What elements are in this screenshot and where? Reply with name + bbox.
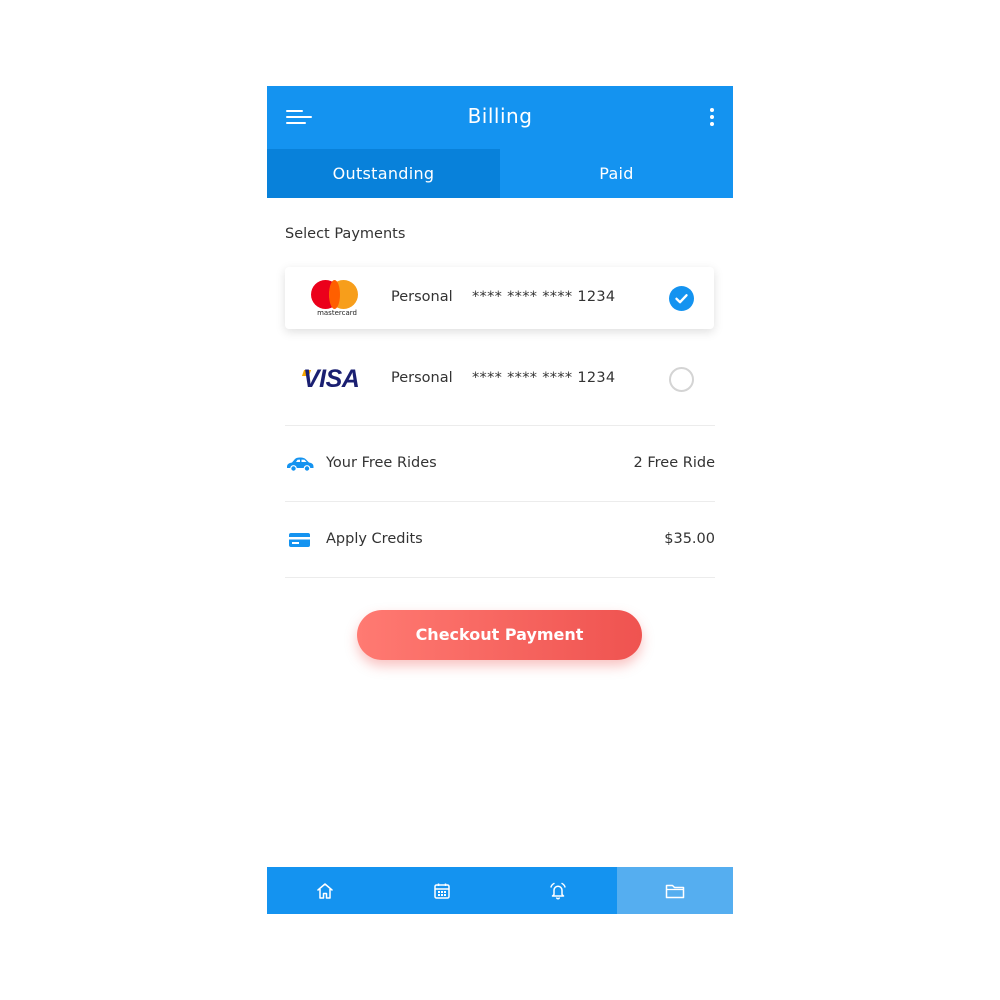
mastercard-logo: mastercard — [303, 277, 367, 319]
payment-option-visa[interactable]: VISA Personal **** **** **** 1234 — [285, 348, 714, 410]
payment-option-mastercard[interactable]: mastercard Personal **** **** **** 1234 — [285, 267, 714, 329]
nav-folder[interactable] — [616, 867, 733, 914]
nav-alarm[interactable] — [500, 867, 617, 914]
divider — [285, 577, 715, 578]
home-icon — [317, 882, 333, 899]
app-bar: Billing — [267, 86, 733, 149]
car-icon — [285, 454, 315, 474]
more-vertical-icon[interactable] — [705, 107, 719, 129]
section-label: Select Payments — [285, 226, 406, 242]
calendar-icon — [434, 883, 450, 899]
visa-logo: VISA — [301, 358, 367, 400]
alarm-bell-icon — [550, 882, 566, 900]
apply-credits-label: Apply Credits — [326, 531, 423, 547]
selected-check-icon[interactable] — [669, 286, 694, 311]
tab-paid[interactable]: Paid — [500, 149, 733, 198]
apply-credits-row[interactable]: Apply Credits $35.00 — [285, 502, 715, 578]
payment-type: Personal — [391, 289, 453, 305]
tab-outstanding[interactable]: Outstanding — [267, 149, 500, 198]
card-number: **** **** **** 1234 — [472, 289, 616, 305]
card-number: **** **** **** 1234 — [472, 370, 616, 386]
bottom-navigation — [267, 867, 733, 914]
visa-logo-text: VISA — [303, 365, 360, 393]
unselected-radio-icon[interactable] — [669, 367, 694, 392]
free-rides-value: 2 Free Ride — [633, 455, 715, 471]
tab-bar: Outstanding Paid — [267, 149, 733, 198]
credits-amount: $35.00 — [664, 531, 715, 547]
free-rides-row[interactable]: Your Free Rides 2 Free Ride — [285, 426, 715, 502]
checkout-payment-button[interactable]: Checkout Payment — [357, 610, 642, 660]
nav-home[interactable] — [267, 867, 384, 914]
nav-calendar[interactable] — [384, 867, 501, 914]
free-rides-label: Your Free Rides — [326, 455, 437, 471]
credit-card-icon — [285, 530, 315, 550]
payment-type: Personal — [391, 370, 453, 386]
mastercard-logo-text: mastercard — [317, 309, 357, 317]
folder-icon — [665, 884, 684, 898]
page-title: Billing — [467, 104, 533, 128]
billing-screen: Billing Outstanding Paid Select Payments… — [267, 86, 733, 914]
